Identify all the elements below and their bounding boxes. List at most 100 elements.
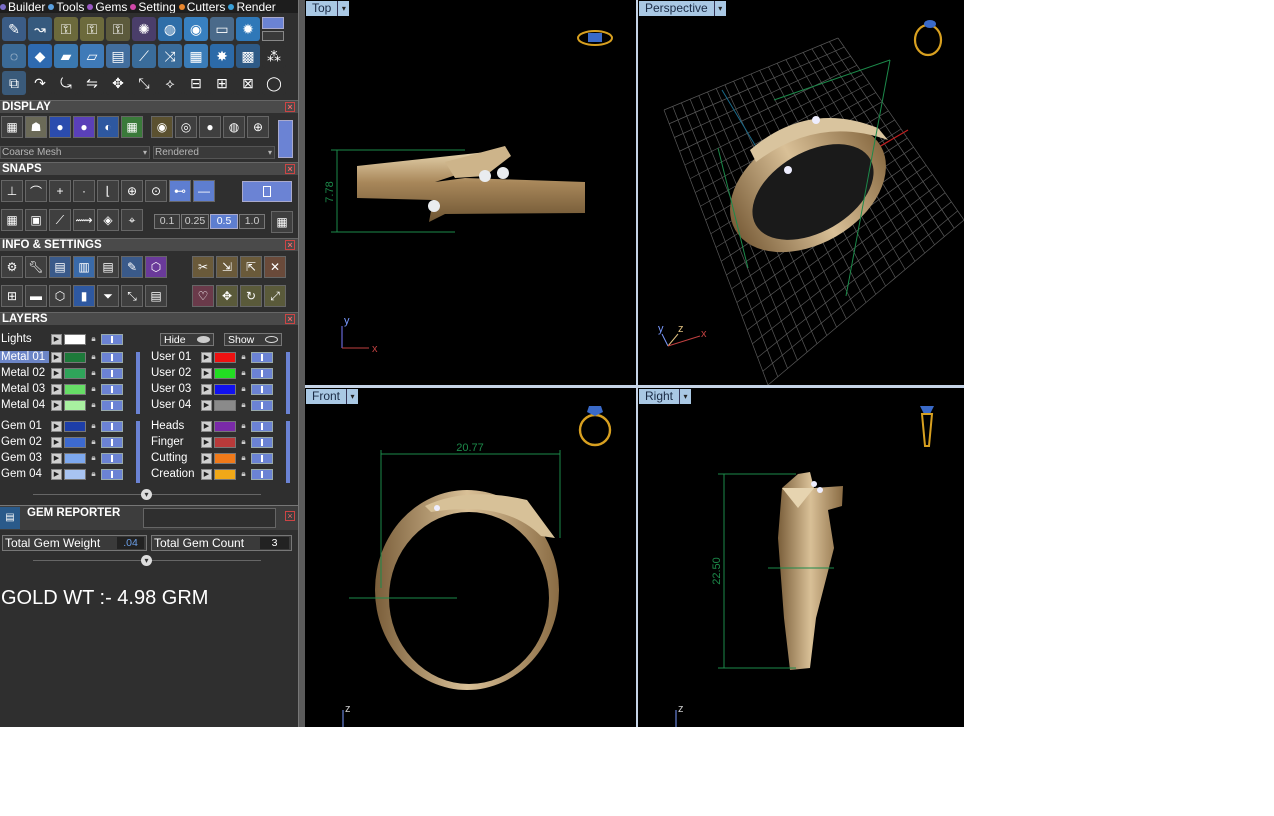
gear-icon[interactable]: ✹ [236, 17, 260, 41]
layer-color-swatch[interactable] [64, 383, 86, 395]
edit-icon[interactable]: ✎ [121, 256, 143, 278]
layer-row-other[interactable]: Cutting ▶ 🔒︎ [150, 451, 273, 465]
bend-icon[interactable]: ⟋ [132, 44, 156, 68]
scale-icon[interactable]: ⤡ [132, 71, 156, 95]
sphere-icon[interactable]: ◉ [184, 17, 208, 41]
mirror-icon[interactable]: ⇋ [80, 71, 104, 95]
chevron-down-icon[interactable]: ▾ [337, 1, 350, 16]
visibility-toggle[interactable] [101, 351, 123, 363]
layer-name[interactable]: Metal 02 [0, 367, 49, 379]
layer-name[interactable]: Creation [150, 468, 199, 480]
layer-name[interactable]: Finger [150, 436, 199, 448]
close-icon[interactable]: × [285, 511, 295, 521]
layer-row-other[interactable]: Finger ▶ 🔒︎ [150, 435, 273, 449]
close-icon[interactable]: × [285, 240, 295, 250]
visibility-toggle[interactable] [251, 468, 273, 480]
metal-scrollbar[interactable] [136, 352, 140, 414]
heart-icon[interactable]: ♡ [192, 285, 214, 307]
show-button[interactable]: Show [224, 333, 282, 346]
layer-color-swatch[interactable] [214, 399, 236, 411]
snap-point-icon[interactable]: ⊥ [1, 180, 23, 202]
layer-row-metal[interactable]: Metal 02 ▶ 🔒︎ [0, 366, 123, 380]
layer-color-swatch[interactable] [64, 452, 86, 464]
pattern-icon[interactable]: ✺ [132, 17, 156, 41]
layer-color-swatch[interactable] [64, 399, 86, 411]
layer-row-gem[interactable]: Gem 01 ▶ 🔒︎ [0, 419, 123, 433]
view-toggle[interactable] [262, 17, 284, 41]
curve-tool-icon[interactable]: ✎ [2, 17, 26, 41]
play-icon[interactable]: ▶ [51, 468, 62, 480]
lock-icon[interactable]: 🔒︎ [238, 437, 249, 448]
layer-name[interactable]: User 03 [150, 383, 199, 395]
play-icon[interactable]: ▶ [51, 399, 62, 411]
play-icon[interactable]: ▶ [201, 436, 212, 448]
view-toggle-top-icon[interactable] [262, 17, 284, 29]
line-snap-icon[interactable]: ⟋ [49, 209, 71, 231]
visibility-toggle[interactable] [101, 367, 123, 379]
spline-snap-icon[interactable]: ⟿ [73, 209, 95, 231]
lock-add-icon[interactable]: ⚿ [54, 17, 78, 41]
layer-color-swatch[interactable] [64, 367, 86, 379]
camera-icon[interactable]: ▭ [210, 17, 234, 41]
lock-icon[interactable]: 🔒︎ [238, 421, 249, 432]
surface-icon[interactable]: ◌ [2, 44, 26, 68]
menu-cutters[interactable]: Cutters [178, 0, 225, 13]
grid-array-icon[interactable]: ▩ [236, 44, 260, 68]
layer-color-swatch[interactable] [214, 351, 236, 363]
visibility-toggle[interactable] [101, 420, 123, 432]
viewport-front[interactable]: 20.77 z Front ▾ [305, 388, 636, 727]
layer-color-swatch[interactable] [214, 468, 236, 480]
snap-toggle-button[interactable] [242, 181, 292, 202]
lock-icon[interactable]: 🔒︎ [88, 334, 99, 345]
snap-grid-icon[interactable]: ⊷ [169, 180, 191, 202]
layer-name[interactable]: User 04 [150, 399, 199, 411]
lights-color-swatch[interactable] [64, 333, 86, 345]
rendered-sphere-icon[interactable]: ● [73, 116, 95, 138]
lock-icon[interactable]: 🔒︎ [88, 384, 99, 395]
menu-gems[interactable]: Gems [87, 0, 127, 13]
layer-row-user[interactable]: User 01 ▶ 🔒︎ [150, 350, 273, 364]
plane-icon[interactable]: ▰ [54, 44, 78, 68]
visibility-toggle[interactable] [101, 383, 123, 395]
burst-icon[interactable]: ✸ [210, 44, 234, 68]
layer-row-metal[interactable]: Metal 03 ▶ 🔒︎ [0, 382, 123, 396]
menu-builder[interactable]: Builder [0, 0, 45, 13]
collapse-chevron-icon[interactable]: ▾ [141, 489, 152, 500]
layer-color-swatch[interactable] [214, 383, 236, 395]
lock-icon[interactable]: 🔒︎ [88, 453, 99, 464]
mesh-sphere-icon[interactable]: ◍ [223, 116, 245, 138]
visibility-toggle[interactable] [101, 452, 123, 464]
lock-icon[interactable]: 🔒︎ [88, 469, 99, 480]
visibility-toggle[interactable] [101, 468, 123, 480]
layer-color-swatch[interactable] [64, 436, 86, 448]
lock-icon[interactable]: 🔒︎ [238, 469, 249, 480]
close-icon[interactable]: × [285, 314, 295, 324]
arc-tool-icon[interactable]: ↝ [28, 17, 52, 41]
viewport-perspective[interactable]: y z x Perspective ▾ [638, 0, 964, 385]
lock-icon[interactable]: 🔒︎ [238, 400, 249, 411]
layer-name[interactable]: Metal 04 [0, 399, 49, 411]
wire-sphere-icon[interactable]: ⊕ [247, 116, 269, 138]
loft-icon[interactable]: ▦ [184, 44, 208, 68]
chevron-down-icon[interactable]: ▾ [679, 389, 692, 404]
move-obj-icon[interactable]: ✥ [216, 285, 238, 307]
layer-name[interactable]: Gem 03 [0, 452, 49, 464]
snap-line-icon[interactable]: — [193, 180, 215, 202]
gold-sphere-icon[interactable]: ◉ [151, 116, 173, 138]
layer-color-swatch[interactable] [214, 452, 236, 464]
lock-icon[interactable]: 🔒︎ [238, 384, 249, 395]
snap-dot-icon[interactable]: · [73, 180, 95, 202]
layer-row-user[interactable]: User 04 ▶ 🔒︎ [150, 398, 273, 412]
trim-icon[interactable]: ⊠ [236, 71, 260, 95]
layer-name[interactable]: Metal 01 [0, 351, 49, 363]
play-icon[interactable]: ▶ [51, 333, 62, 345]
display-scroll-button[interactable] [278, 120, 293, 158]
layer-name[interactable]: Metal 03 [0, 383, 49, 395]
viewport-tab-front[interactable]: Front ▾ [306, 389, 359, 404]
play-icon[interactable]: ▶ [51, 351, 62, 363]
play-icon[interactable]: ▶ [201, 383, 212, 395]
chevron-down-icon[interactable]: ▾ [346, 389, 359, 404]
settings-gear-icon[interactable]: ⚙ [1, 256, 23, 278]
visibility-toggle[interactable] [101, 333, 123, 345]
lock-icon[interactable]: 🔒︎ [88, 437, 99, 448]
